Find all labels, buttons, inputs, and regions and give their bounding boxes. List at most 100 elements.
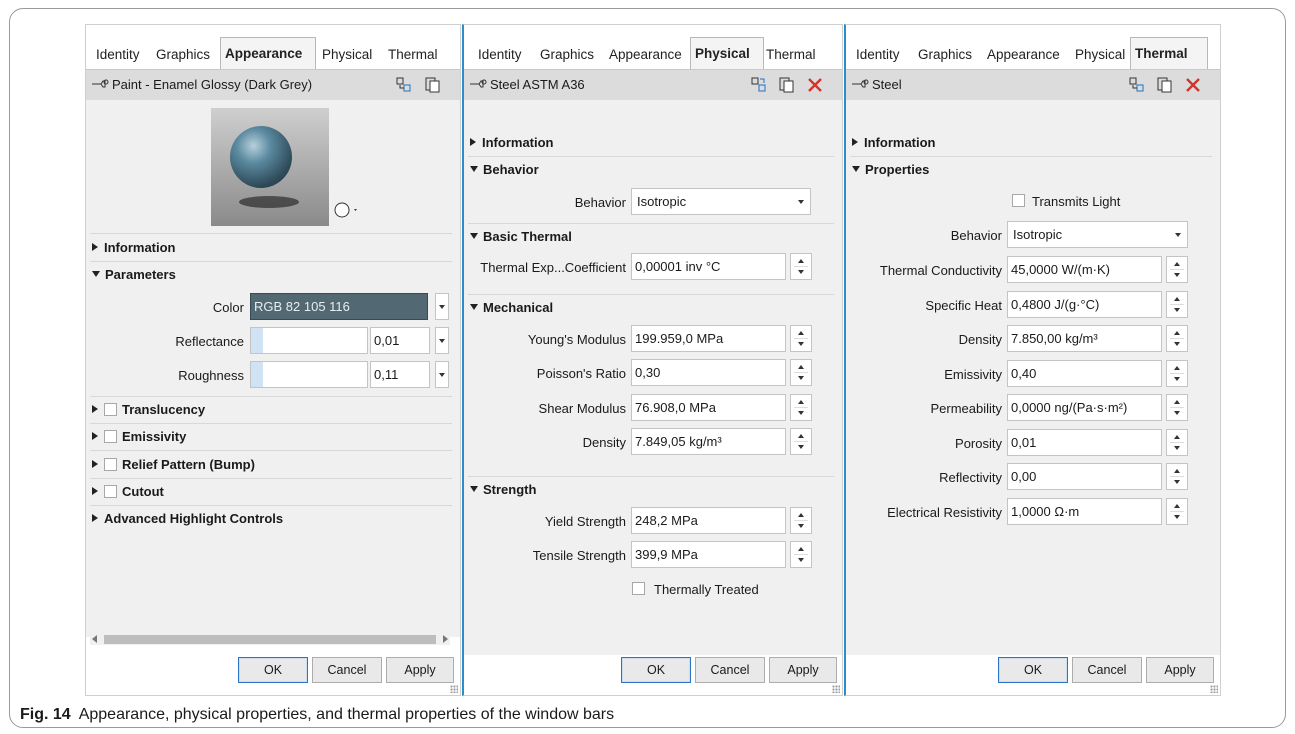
permeability-spinner[interactable] (1166, 394, 1188, 421)
yield-strength-field[interactable]: 248,2 MPa (631, 507, 786, 534)
behavior-dropdown[interactable]: Isotropic (631, 188, 811, 215)
preview-shape-dropdown-icon[interactable] (334, 202, 360, 218)
eyedropper-icon[interactable] (469, 78, 487, 90)
horizontal-scrollbar[interactable] (90, 633, 450, 645)
tab-graphics[interactable]: Graphics (536, 41, 598, 69)
tab-physical[interactable]: Physical (690, 37, 764, 70)
tab-graphics[interactable]: Graphics (914, 41, 976, 69)
roughness-dropdown[interactable] (435, 361, 449, 388)
reflectance-slider[interactable] (250, 327, 368, 354)
cancel-button[interactable]: Cancel (695, 657, 765, 683)
poissons-ratio-field[interactable]: 0,30 (631, 359, 786, 386)
reflectivity-spinner[interactable] (1166, 463, 1188, 490)
section-information[interactable]: Information (470, 135, 554, 150)
electrical-resistivity-field[interactable]: 1,0000 Ω·m (1007, 498, 1162, 525)
resize-grip-icon[interactable] (832, 685, 840, 693)
tensile-strength-field[interactable]: 399,9 MPa (631, 541, 786, 568)
tab-physical[interactable]: Physical (318, 41, 376, 69)
reflectance-value[interactable]: 0,01 (370, 327, 430, 354)
roughness-value[interactable]: 0,11 (370, 361, 430, 388)
duplicate-icon[interactable] (395, 76, 413, 94)
section-properties[interactable]: Properties (852, 162, 929, 177)
copy-icon[interactable] (778, 76, 796, 94)
cancel-button[interactable]: Cancel (1072, 657, 1142, 683)
apply-button[interactable]: Apply (1146, 657, 1214, 683)
section-information[interactable]: Information (852, 135, 936, 150)
tab-identity[interactable]: Identity (92, 41, 144, 69)
transmits-light-checkbox[interactable] (1012, 194, 1025, 207)
section-relief[interactable]: Relief Pattern (Bump) (92, 457, 255, 472)
electrical-resistivity-spinner[interactable] (1166, 498, 1188, 525)
resize-grip-icon[interactable] (450, 685, 458, 693)
youngs-modulus-spinner[interactable] (790, 325, 812, 352)
poissons-ratio-spinner[interactable] (790, 359, 812, 386)
section-translucency[interactable]: Translucency (92, 402, 205, 417)
delete-icon[interactable] (1184, 76, 1202, 94)
tab-appearance[interactable]: Appearance (220, 37, 316, 70)
replace-icon[interactable] (750, 76, 768, 94)
tab-appearance[interactable]: Appearance (605, 41, 686, 69)
section-strength[interactable]: Strength (470, 482, 536, 497)
thermal-conductivity-field[interactable]: 45,0000 W/(m·K) (1007, 256, 1162, 283)
eyedropper-icon[interactable] (91, 78, 109, 90)
yield-strength-label: Yield Strength (544, 514, 626, 529)
thermal-exp-field[interactable]: 0,00001 inv °C (631, 253, 786, 280)
apply-button[interactable]: Apply (386, 657, 454, 683)
porosity-spinner[interactable] (1166, 429, 1188, 456)
shear-modulus-field[interactable]: 76.908,0 MPa (631, 394, 786, 421)
youngs-modulus-label: Young's Modulus (527, 332, 626, 347)
apply-button[interactable]: Apply (769, 657, 837, 683)
behavior-dropdown[interactable]: Isotropic (1007, 221, 1188, 248)
section-cutout[interactable]: Cutout (92, 484, 164, 499)
roughness-slider[interactable] (250, 361, 368, 388)
reflectivity-field[interactable]: 0,00 (1007, 463, 1162, 490)
color-field[interactable]: RGB 82 105 116 (250, 293, 428, 320)
emissivity-field[interactable]: 0,40 (1007, 360, 1162, 387)
reflectance-dropdown[interactable] (435, 327, 449, 354)
shear-modulus-spinner[interactable] (790, 394, 812, 421)
specific-heat-field[interactable]: 0,4800 J/(g·°C) (1007, 291, 1162, 318)
density-spinner[interactable] (1166, 325, 1188, 352)
youngs-modulus-field[interactable]: 199.959,0 MPa (631, 325, 786, 352)
section-mechanical[interactable]: Mechanical (470, 300, 553, 315)
delete-icon[interactable] (806, 76, 824, 94)
density-spinner[interactable] (790, 428, 812, 455)
thermal-exp-spinner[interactable] (790, 253, 812, 280)
porosity-field[interactable]: 0,01 (1007, 429, 1162, 456)
thermal-conductivity-spinner[interactable] (1166, 256, 1188, 283)
ok-button[interactable]: OK (998, 657, 1068, 683)
section-parameters[interactable]: Parameters (92, 267, 176, 282)
section-advanced-highlight[interactable]: Advanced Highlight Controls (92, 511, 283, 526)
section-behavior[interactable]: Behavior (470, 162, 539, 177)
ok-button[interactable]: OK (621, 657, 691, 683)
copy-icon[interactable] (1156, 76, 1174, 94)
tab-identity[interactable]: Identity (474, 41, 526, 69)
color-dropdown[interactable] (435, 293, 449, 320)
resize-grip-icon[interactable] (1210, 685, 1218, 693)
tab-graphics[interactable]: Graphics (152, 41, 214, 69)
material-header: Steel (846, 69, 1220, 101)
specific-heat-spinner[interactable] (1166, 291, 1188, 318)
tab-thermal[interactable]: Thermal (384, 41, 442, 69)
yield-strength-spinner[interactable] (790, 507, 812, 534)
cancel-button[interactable]: Cancel (312, 657, 382, 683)
tab-thermal[interactable]: Thermal (762, 41, 820, 69)
copy-icon[interactable] (424, 76, 442, 94)
section-basic-thermal[interactable]: Basic Thermal (470, 229, 572, 244)
density-field[interactable]: 7.849,05 kg/m³ (631, 428, 786, 455)
tab-physical[interactable]: Physical (1071, 41, 1129, 69)
tab-appearance[interactable]: Appearance (983, 41, 1064, 69)
tensile-strength-spinner[interactable] (790, 541, 812, 568)
duplicate-icon[interactable] (1128, 76, 1146, 94)
density-field[interactable]: 7.850,00 kg/m³ (1007, 325, 1162, 352)
tab-identity[interactable]: Identity (852, 41, 904, 69)
section-emissivity[interactable]: Emissivity (92, 429, 186, 444)
tab-thermal[interactable]: Thermal (1130, 37, 1208, 70)
permeability-field[interactable]: 0,0000 ng/(Pa·s·m²) (1007, 394, 1162, 421)
eyedropper-icon[interactable] (851, 78, 869, 90)
material-header: Paint - Enamel Glossy (Dark Grey) (86, 69, 460, 101)
thermally-treated-checkbox[interactable] (632, 582, 645, 595)
section-information[interactable]: Information (92, 240, 176, 255)
emissivity-spinner[interactable] (1166, 360, 1188, 387)
ok-button[interactable]: OK (238, 657, 308, 683)
